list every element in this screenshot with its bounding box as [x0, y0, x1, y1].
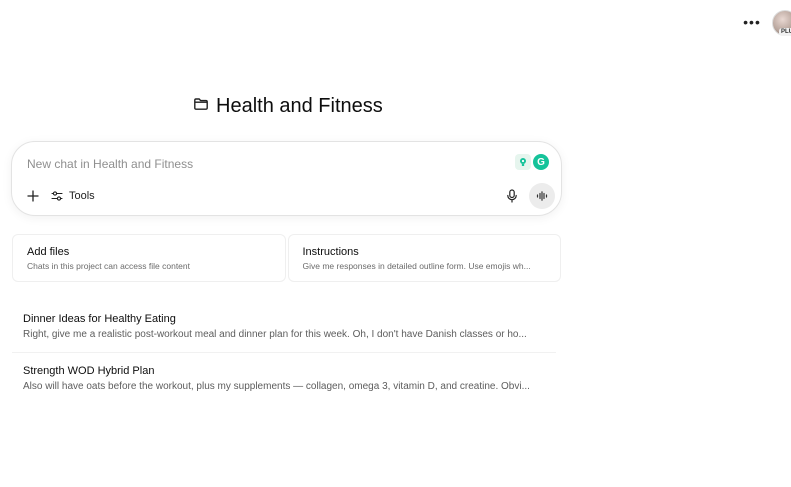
tools-label: Tools: [69, 190, 95, 202]
instructions-card[interactable]: Instructions Give me responses in detail…: [287, 234, 561, 282]
chat-snippet: Right, give me a realistic post-workout …: [23, 329, 527, 340]
project-header: Health and Fitness: [193, 95, 383, 118]
list-item[interactable]: Strength WOD Hybrid Plan Also will have …: [12, 353, 556, 402]
chat-title: Strength WOD Hybrid Plan: [23, 365, 155, 377]
add-files-card[interactable]: Add files Chats in this project can acce…: [12, 234, 286, 282]
plus-badge: PLUS: [779, 28, 791, 36]
voice-mode-button[interactable]: [529, 183, 555, 209]
grammarly-icon[interactable]: G: [533, 154, 549, 170]
chat-list: Dinner Ideas for Healthy Eating Right, g…: [12, 304, 556, 402]
project-cards: Add files Chats in this project can acce…: [12, 234, 561, 282]
list-item[interactable]: Dinner Ideas for Healthy Eating Right, g…: [12, 304, 556, 353]
page-title: Health and Fitness: [216, 95, 383, 117]
card-subtitle: Chats in this project can access file co…: [27, 261, 190, 271]
chat-snippet: Also will have oats before the workout, …: [23, 381, 530, 392]
add-button[interactable]: [24, 187, 42, 205]
waveform-icon: [536, 191, 548, 201]
lightbulb-icon[interactable]: [515, 154, 531, 170]
extension-icons: G: [515, 154, 549, 170]
chat-composer: G Tools: [11, 141, 562, 216]
project-page: ••• PLUS Health and Fitness G: [0, 0, 791, 487]
dictate-button[interactable]: [503, 187, 521, 205]
card-title: Add files: [27, 246, 70, 258]
folder-icon: [193, 96, 209, 117]
card-subtitle: Give me responses in detailed outline fo…: [302, 261, 531, 271]
new-chat-input[interactable]: [27, 155, 487, 173]
more-options-button[interactable]: •••: [740, 12, 764, 32]
card-title: Instructions: [302, 246, 359, 258]
microphone-icon: [507, 189, 517, 203]
chat-title: Dinner Ideas for Healthy Eating: [23, 313, 176, 325]
sliders-icon: [51, 191, 63, 201]
tools-button[interactable]: Tools: [51, 187, 95, 205]
plus-icon: [27, 190, 39, 202]
